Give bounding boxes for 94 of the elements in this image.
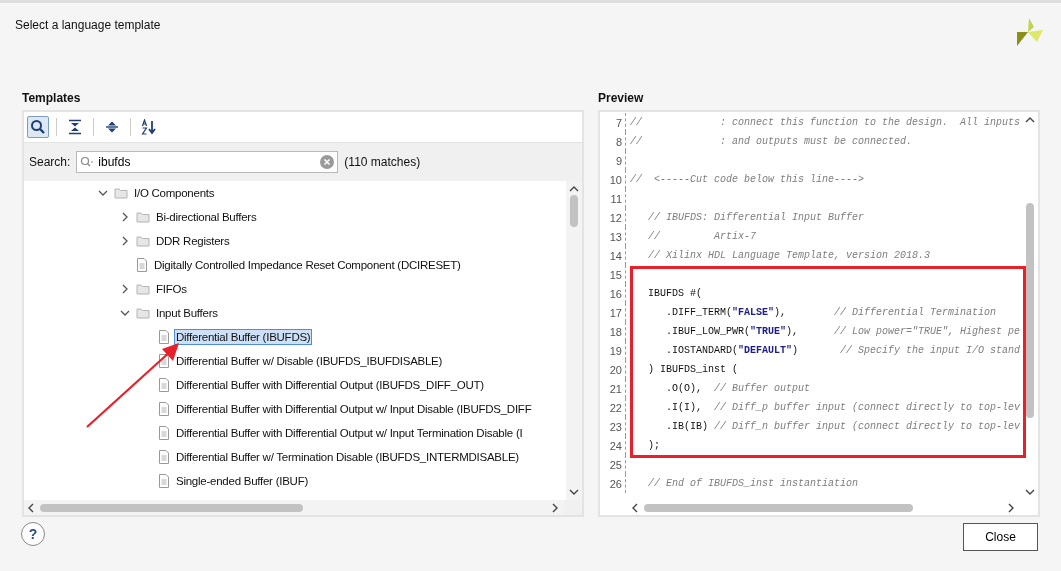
code-line: IBUFDS #(: [625, 284, 702, 303]
line-number: 7: [614, 116, 623, 129]
tree-item[interactable]: Differential Buffer (IBUFDS): [174, 329, 313, 345]
tree-item[interactable]: Bi-directional Buffers: [154, 209, 259, 225]
document-icon: [158, 426, 170, 440]
search-icon: [80, 156, 95, 168]
line-number: 12: [608, 211, 623, 224]
tree-item[interactable]: FIFOs: [154, 281, 189, 297]
scrollbar-thumb[interactable]: [40, 503, 304, 512]
code-line: ) IBUFDS_inst (: [625, 360, 739, 379]
expand-all-icon: [104, 119, 120, 135]
document-icon: [158, 378, 170, 392]
scroll-down-icon[interactable]: [569, 489, 579, 495]
clear-icon[interactable]: [320, 155, 335, 169]
help-button[interactable]: ?: [21, 522, 45, 546]
line-number: 24: [608, 439, 623, 452]
line-number: 17: [608, 306, 623, 319]
tree-item[interactable]: Differential Buffer with Differential Output w/ Input Termination Disable (I: [174, 425, 525, 441]
scroll-right-icon[interactable]: [1008, 502, 1014, 513]
chevron-right-icon[interactable]: [120, 236, 130, 246]
code-line: .IB(IB) // Diff_n buffer input (connect directly to top-lev: [625, 417, 1021, 436]
code-line: // : and outputs must be connected.: [625, 132, 913, 151]
scroll-up-icon[interactable]: [569, 186, 579, 192]
panel-label: Templates: [22, 90, 82, 107]
document-icon: [158, 474, 170, 488]
code-line: .IOSTANDARD("DEFAULT") // Specify the input I/O stand: [625, 341, 1021, 360]
scroll-left-icon[interactable]: [632, 502, 638, 513]
scroll-right-icon[interactable]: [552, 502, 558, 513]
line-number: 20: [608, 363, 623, 376]
dialog-title: Select a language template: [15, 18, 161, 32]
code-line: // End of IBUFDS_inst instantiation: [625, 474, 859, 493]
code-line: .O(O), // Buffer output: [625, 379, 811, 398]
code-line: // IBUFDS: Differential Input Buffer: [625, 208, 865, 227]
code-line: .DIFF_TERM("FALSE"), // Differential Termination: [625, 303, 997, 322]
line-number: 25: [608, 458, 623, 471]
match-count: (110 matches): [344, 155, 421, 169]
tree-item[interactable]: Input Buffers: [154, 305, 220, 321]
code-line: // <-----Cut code below this line---->: [625, 170, 865, 189]
folder-icon: [114, 187, 128, 199]
tree-item[interactable]: Differential Buffer with Differential Output w/ Input Disable (IBUFDS_DIFF: [174, 401, 534, 417]
document-icon: [158, 354, 170, 368]
line-number: 19: [608, 344, 623, 357]
scrollbar-thumb[interactable]: [1026, 203, 1034, 418]
tree-item[interactable]: Differential Buffer with Differential Output (IBUFDS_DIFF_OUT): [174, 377, 486, 393]
tree-item[interactable]: Differential Buffer w/ Termination Disable (IBUFDS_INTERMDISABLE): [174, 449, 521, 465]
folder-icon: [136, 307, 150, 319]
line-number: 18: [608, 325, 623, 338]
code-line: .IBUF_LOW_PWR("TRUE"), // Low power="TRUE", Highest pe: [625, 322, 1021, 341]
line-number: 16: [608, 287, 623, 300]
collapse-all-icon: [67, 119, 83, 135]
document-icon: [136, 258, 148, 272]
close-button[interactable]: Close: [963, 523, 1038, 551]
line-number: 26: [608, 477, 623, 490]
line-number: 10: [608, 173, 623, 186]
search-field[interactable]: ibufds: [76, 151, 339, 173]
line-number: 13: [608, 230, 623, 243]
code-line: );: [625, 436, 660, 455]
document-icon: [158, 402, 170, 416]
search-toggle-button[interactable]: [27, 116, 49, 138]
line-number: 14: [608, 249, 623, 262]
line-number: 8: [614, 135, 623, 148]
tree-item[interactable]: Digitally Controlled Impedance Reset Component (DCIRESET): [152, 257, 463, 273]
chevron-down-icon[interactable]: [120, 308, 130, 318]
line-number: 11: [609, 192, 623, 205]
scroll-up-icon[interactable]: [1025, 117, 1035, 123]
scroll-down-icon[interactable]: [1025, 489, 1035, 495]
folder-icon: [136, 235, 150, 247]
tree-item[interactable]: Differential Buffer w/ Disable (IBUFDS_IBUFDISABLE): [174, 353, 445, 369]
line-number: 21: [608, 382, 623, 395]
code-line: .I(I), // Diff_p buffer input (connect directly to top-lev: [625, 398, 1021, 417]
folder-icon: [136, 211, 150, 223]
document-icon: [158, 450, 170, 464]
code-line: // Artix-7: [625, 227, 757, 246]
code-line: // : connect this function to the design. All inputs: [625, 113, 1021, 132]
search-icon: [30, 119, 46, 135]
chevron-down-icon[interactable]: [98, 188, 108, 198]
scrollbar-thumb[interactable]: [644, 503, 913, 512]
sort-icon: [141, 119, 157, 135]
scroll-left-icon[interactable]: [28, 502, 34, 513]
document-icon: [158, 330, 170, 344]
folder-icon: [136, 283, 150, 295]
line-number: 23: [608, 420, 623, 433]
chevron-right-icon[interactable]: [120, 212, 130, 222]
code-line: // Xilinx HDL Language Template, version 2018.3: [625, 246, 931, 265]
search-label: Search:: [29, 155, 71, 169]
tree-item[interactable]: Single-ended Buffer (IBUF): [174, 473, 310, 489]
line-number: 22: [608, 401, 623, 414]
line-number: 15: [608, 268, 623, 281]
line-number: 9: [614, 154, 623, 167]
scrollbar-thumb[interactable]: [570, 195, 578, 227]
tree-item[interactable]: DDR Registers: [154, 233, 232, 249]
panel-label: Preview: [598, 90, 645, 107]
tree-item[interactable]: I/O Components: [132, 185, 217, 201]
chevron-right-icon[interactable]: [120, 284, 130, 294]
